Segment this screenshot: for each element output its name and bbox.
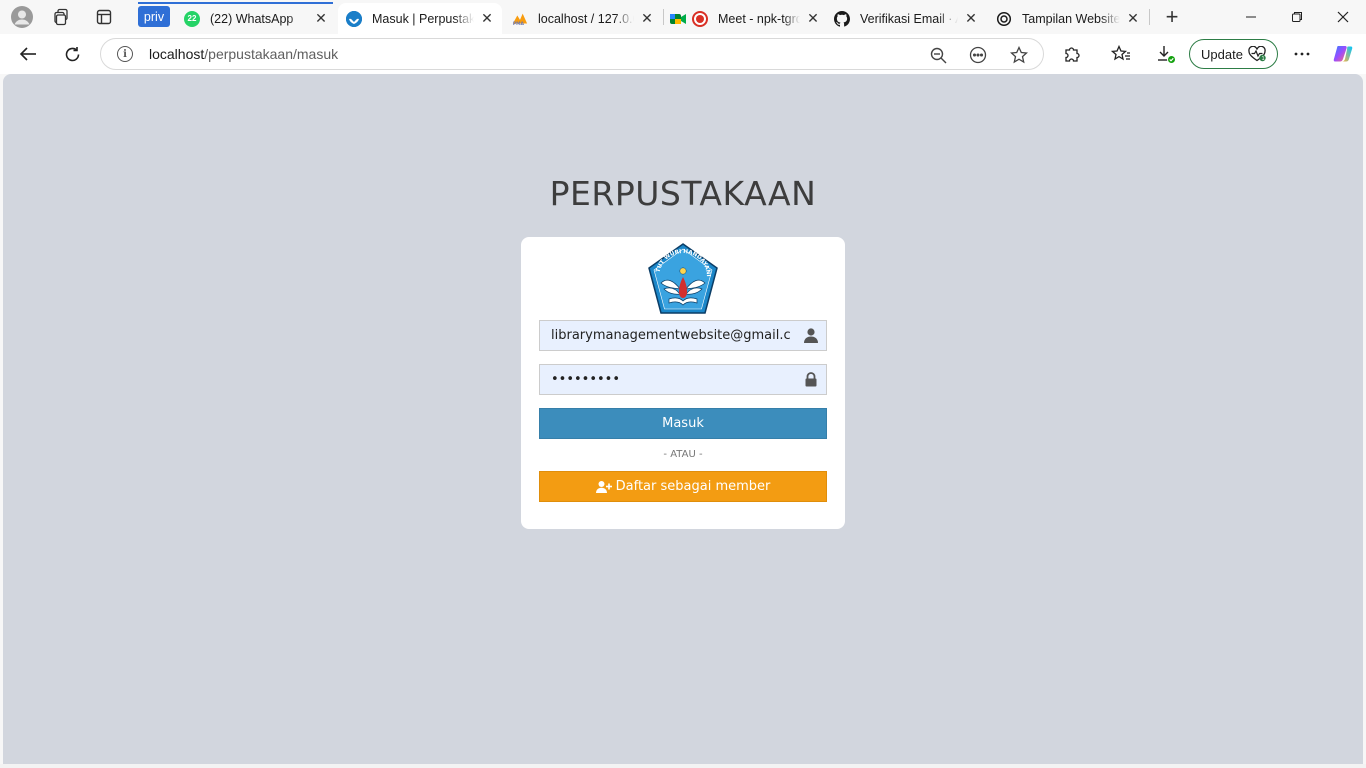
close-tab-icon[interactable]: ✕ (964, 10, 978, 26)
or-separator: - ATAU - (663, 449, 703, 460)
svg-text:PMA: PMA (513, 20, 525, 25)
tut-wuri-favicon-icon (346, 10, 362, 27)
workspaces-icon[interactable] (49, 5, 75, 29)
url-path: /perpustakaan/masuk (204, 46, 339, 62)
password-input[interactable] (540, 365, 826, 394)
tab-title: localhost / 127.0.0.1 (538, 11, 634, 26)
register-member-button[interactable]: Daftar sebagai member (539, 471, 827, 502)
whatsapp-icon: 22 (184, 10, 200, 27)
email-field[interactable] (539, 320, 827, 351)
tab-group-priv[interactable]: priv (138, 6, 170, 27)
tab-localhost-phpmyadmin[interactable]: PMA localhost / 127.0.0.1 ✕ (504, 3, 662, 34)
reload-button[interactable] (57, 40, 87, 68)
svg-text:1: 1 (1262, 56, 1265, 62)
tab-whatsapp[interactable]: 22 (22) WhatsApp ✕ (176, 3, 336, 34)
phpmyadmin-icon: PMA (512, 11, 528, 27)
update-button[interactable]: Update 1 (1189, 39, 1278, 69)
password-field[interactable] (539, 364, 827, 395)
update-label: Update (1201, 46, 1243, 62)
close-window-button[interactable] (1320, 4, 1366, 30)
reading-view-icon[interactable] (968, 45, 988, 65)
tab-verifikasi-email[interactable]: Verifikasi Email · Aslan ✕ (826, 3, 986, 34)
tab-actions-icon[interactable] (91, 5, 117, 29)
url-host: localhost (149, 46, 205, 62)
more-options-icon[interactable] (1287, 40, 1317, 68)
tab-masuk-perpustakaan[interactable]: Masuk | Perpustakaan ✕ (338, 3, 502, 34)
user-plus-icon (595, 480, 612, 493)
favorites-icon[interactable] (1106, 40, 1136, 68)
tab-title: Verifikasi Email · Aslan (860, 11, 958, 26)
login-box: TUT WURI HANDAYANI Masuk - ATAU - Daftar… (521, 237, 845, 529)
url-text[interactable]: localhost/perpustakaan/masuk (149, 46, 338, 62)
site-info-icon[interactable]: i (117, 46, 133, 62)
tut-wuri-handayani-logo: TUT WURI HANDAYANI (648, 243, 718, 314)
update-heart-icon: 1 (1248, 46, 1266, 62)
close-tab-icon[interactable]: ✕ (1126, 10, 1140, 26)
address-bar[interactable]: i localhost/perpustakaan/masuk (100, 38, 1044, 70)
close-tab-icon[interactable]: ✕ (480, 10, 494, 26)
register-label: Daftar sebagai member (615, 479, 771, 494)
favorite-star-icon[interactable] (1009, 45, 1029, 65)
copilot-icon[interactable] (1328, 40, 1358, 68)
tab-tampilan-website[interactable]: Tampilan Website V ✕ (988, 3, 1148, 34)
downloads-icon[interactable] (1151, 40, 1181, 68)
email-input[interactable] (540, 321, 826, 350)
new-tab-button[interactable]: + (1160, 4, 1184, 29)
close-tab-icon[interactable]: ✕ (806, 10, 820, 26)
tab-title: (22) WhatsApp (210, 11, 294, 26)
github-icon (834, 10, 850, 27)
tab-title: Meet - npk-tgrd (718, 11, 800, 26)
back-button[interactable] (13, 40, 43, 68)
restore-button[interactable] (1274, 4, 1320, 30)
user-icon (804, 328, 818, 343)
lock-icon (805, 372, 817, 387)
close-tab-icon[interactable]: ✕ (640, 10, 654, 26)
extensions-icon[interactable] (1057, 40, 1087, 68)
google-meet-icon (670, 11, 686, 27)
tab-separator (1149, 9, 1150, 25)
profile-avatar-icon[interactable] (9, 5, 35, 29)
login-button[interactable]: Masuk (539, 408, 827, 439)
bottom-edge (0, 764, 1366, 768)
chatgpt-icon (996, 11, 1012, 27)
page-title: PERPUSTAKAAN (549, 174, 817, 213)
browser-toolbar: i localhost/perpustakaan/masuk Update 1 (0, 34, 1366, 74)
tab-meet[interactable]: Meet - npk-tgrd ✕ (666, 3, 824, 34)
minimize-button[interactable] (1228, 4, 1274, 30)
close-tab-icon[interactable]: ✕ (314, 10, 328, 26)
tab-strip: priv 22 (22) WhatsApp ✕ Masuk | Perpusta… (0, 0, 1366, 34)
page-viewport: PERPUSTAKAAN TUT WURI HANDAYANI Masuk - … (3, 74, 1363, 764)
tab-title: Tampilan Website V (1022, 11, 1120, 26)
tab-separator (663, 9, 664, 25)
recording-icon (692, 10, 708, 27)
tab-title: Masuk | Perpustakaan (372, 11, 474, 26)
zoom-out-icon[interactable] (928, 45, 948, 65)
